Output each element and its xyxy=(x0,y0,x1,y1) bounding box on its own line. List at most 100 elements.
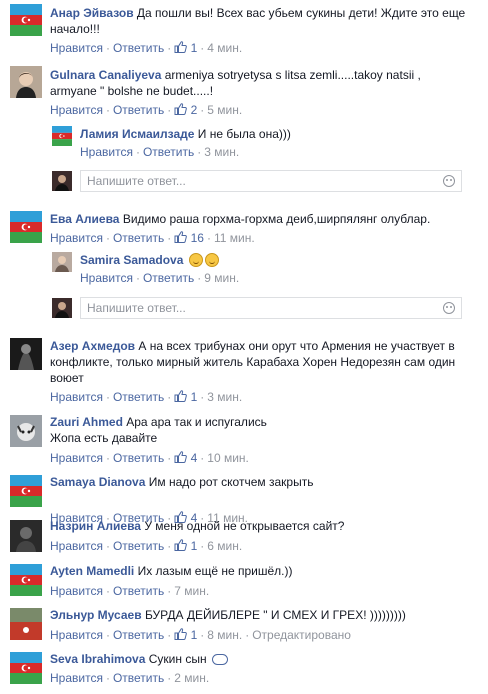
reply-link[interactable]: Ответить xyxy=(113,41,164,55)
reply-input-box[interactable] xyxy=(80,170,462,192)
like-link[interactable]: Нравится xyxy=(80,145,133,159)
reply-link[interactable]: Ответить xyxy=(143,271,194,285)
timestamp[interactable]: 6 мин. xyxy=(207,539,242,553)
separator: · xyxy=(105,103,110,117)
emoji-icon[interactable] xyxy=(443,302,455,314)
timestamp[interactable]: 8 мин. xyxy=(207,628,242,642)
like-icon[interactable] xyxy=(174,390,187,402)
like-link[interactable]: Нравится xyxy=(50,390,103,404)
timestamp[interactable]: 3 мин. xyxy=(204,145,239,159)
separator: · xyxy=(105,41,110,55)
comment-author[interactable]: Эльнур Мусаев xyxy=(50,608,142,622)
like-icon[interactable] xyxy=(174,451,187,463)
avatar[interactable] xyxy=(10,211,42,243)
avatar[interactable] xyxy=(10,475,42,507)
avatar[interactable] xyxy=(10,520,42,552)
comment-body: Zauri Ahmed Ара ара так и испугались Жоп… xyxy=(50,414,470,446)
reply-link[interactable]: Ответить xyxy=(113,451,164,465)
reply-link[interactable]: Ответить xyxy=(113,103,164,117)
comment-actions: Нравится · Ответить · 3 мин. xyxy=(80,144,239,160)
like-link[interactable]: Нравится xyxy=(50,628,103,642)
avatar[interactable] xyxy=(10,564,42,596)
like-link[interactable]: Нравится xyxy=(50,41,103,55)
avatar[interactable] xyxy=(10,415,42,447)
emoji-icon[interactable] xyxy=(443,175,455,187)
comment-text: Им надо рот скотчем закрыть xyxy=(148,475,314,489)
timestamp[interactable]: 5 мин. xyxy=(207,103,242,117)
comment-body: Назрин Алиева У меня одной не открываетс… xyxy=(50,518,470,534)
separator: · xyxy=(167,628,172,642)
comment-actions: Нравится · Ответить · 7 мин. xyxy=(50,583,209,599)
like-count[interactable]: 2 xyxy=(191,103,198,117)
comment-author[interactable]: Анар Эйвазов xyxy=(50,6,134,20)
timestamp[interactable]: 4 мин. xyxy=(207,41,242,55)
like-count[interactable]: 16 xyxy=(191,231,204,245)
comment-body: Seva Ibrahimova Сукин сын xyxy=(50,651,470,667)
separator: · xyxy=(167,103,172,117)
comment-author[interactable]: Ламия Исмаилзаде xyxy=(80,127,194,141)
like-link[interactable]: Нравится xyxy=(50,584,103,598)
like-link[interactable]: Нравится xyxy=(50,451,103,465)
comment-author[interactable]: Samira Samadova xyxy=(80,253,183,267)
reply-link[interactable]: Ответить xyxy=(113,628,164,642)
reply-link[interactable]: Ответить xyxy=(113,231,164,245)
avatar[interactable] xyxy=(10,66,42,98)
comment-author[interactable]: Zauri Ahmed xyxy=(50,415,123,429)
avatar[interactable] xyxy=(52,252,72,272)
like-icon[interactable] xyxy=(174,231,187,243)
comment-author[interactable]: Ayten Mamedli xyxy=(50,564,134,578)
comment-author[interactable]: Ева Алиева xyxy=(50,212,119,226)
comment-body: Ayten Mamedli Их лазым ещё не пришёл.)) xyxy=(50,563,470,579)
separator: · xyxy=(167,390,172,404)
timestamp[interactable]: 2 мин. xyxy=(174,671,209,685)
avatar[interactable] xyxy=(10,338,42,370)
laughing-emoji-icon xyxy=(188,253,203,267)
avatar[interactable] xyxy=(10,652,42,684)
comment-author[interactable]: Gulnara Canaliyeva xyxy=(50,68,161,82)
reply-input[interactable] xyxy=(87,301,417,315)
avatar[interactable] xyxy=(52,126,72,146)
avatar[interactable] xyxy=(10,608,42,640)
like-link[interactable]: Нравится xyxy=(50,671,103,685)
like-count[interactable]: 4 xyxy=(191,451,198,465)
comment-actions: Нравится · Ответить · 2 · 5 мин. xyxy=(50,102,242,118)
like-icon[interactable] xyxy=(174,539,187,551)
comment-author[interactable]: Seva Ibrahimova xyxy=(50,652,145,666)
like-count[interactable]: 1 xyxy=(191,41,198,55)
laughing-emoji-icon xyxy=(204,253,219,267)
comment-body: Samaya Dianova Им надо рот скотчем закры… xyxy=(50,474,470,490)
comment-author[interactable]: Samaya Dianova xyxy=(50,475,145,489)
reply-link[interactable]: Ответить xyxy=(113,671,164,685)
reply-link[interactable]: Ответить xyxy=(113,539,164,553)
like-count[interactable]: 1 xyxy=(191,539,198,553)
comment-body: Ламия Исмаилзаде И не была она))) xyxy=(80,126,470,142)
reply-input-box[interactable] xyxy=(80,297,462,319)
reply-link[interactable]: Ответить xyxy=(113,390,164,404)
comment-author[interactable]: Назрин Алиева xyxy=(50,519,141,533)
speech-bubble-icon xyxy=(211,654,228,665)
timestamp[interactable]: 7 мин. xyxy=(174,584,209,598)
like-icon[interactable] xyxy=(174,41,187,53)
reply-input[interactable] xyxy=(87,174,417,188)
like-link[interactable]: Нравится xyxy=(50,231,103,245)
separator: · xyxy=(167,584,172,598)
like-link[interactable]: Нравится xyxy=(50,539,103,553)
like-link[interactable]: Нравится xyxy=(50,103,103,117)
avatar[interactable] xyxy=(10,4,42,36)
like-count[interactable]: 1 xyxy=(191,628,198,642)
timestamp[interactable]: 9 мин. xyxy=(204,271,239,285)
like-link[interactable]: Нравится xyxy=(80,271,133,285)
edited-label[interactable]: Отредактировано xyxy=(252,628,351,642)
like-icon[interactable] xyxy=(174,628,187,640)
like-icon[interactable] xyxy=(174,103,187,115)
comment-body: Анар Эйвазов Да пошли вы! Всех вас убьем… xyxy=(50,5,478,37)
separator: · xyxy=(200,103,205,117)
reply-link[interactable]: Ответить xyxy=(143,145,194,159)
comment-author[interactable]: Азер Ахмедов xyxy=(50,339,135,353)
reply-link[interactable]: Ответить xyxy=(113,584,164,598)
timestamp[interactable]: 11 мин. xyxy=(214,231,255,245)
timestamp[interactable]: 3 мин. xyxy=(207,390,242,404)
separator: · xyxy=(135,145,140,159)
like-count[interactable]: 1 xyxy=(191,390,198,404)
timestamp[interactable]: 10 мин. xyxy=(207,451,249,465)
